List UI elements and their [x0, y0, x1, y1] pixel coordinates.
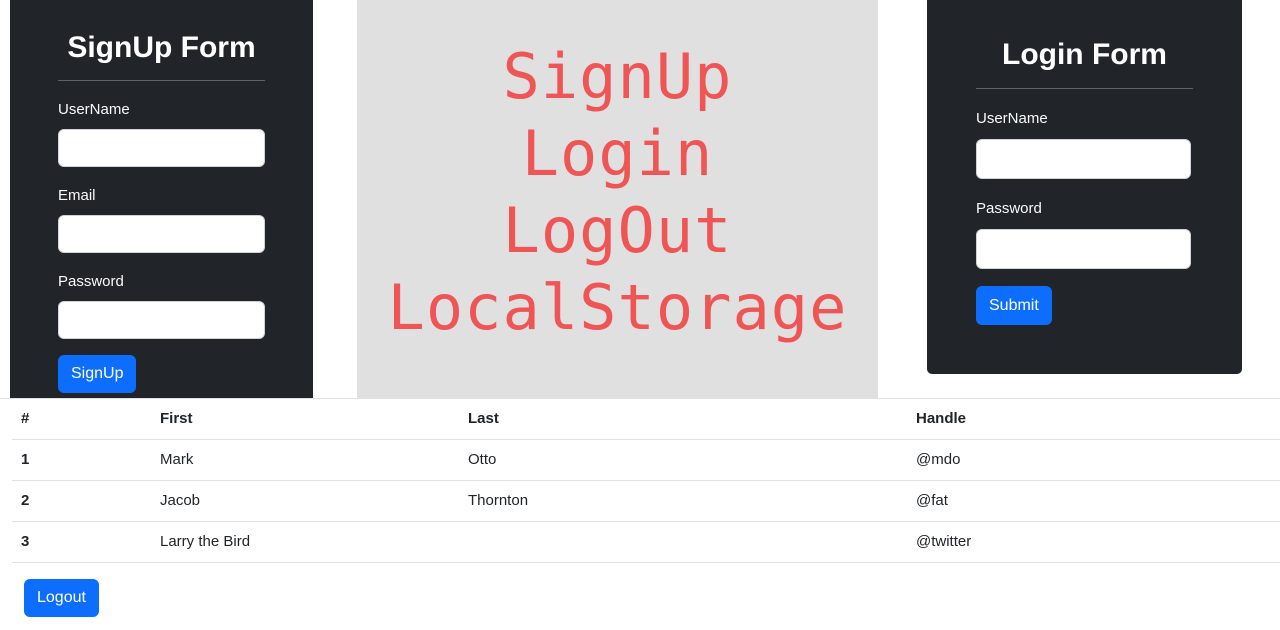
login-form-title: Login Form — [1002, 38, 1167, 71]
column-header-first: First — [151, 398, 459, 440]
hero-line-signup: SignUp — [502, 40, 733, 113]
row-last — [459, 521, 907, 563]
table-row: 2 Jacob Thornton @fat — [12, 480, 1280, 522]
signup-form-title: SignUp Form — [67, 31, 256, 64]
hero-line-login: Login — [521, 117, 714, 190]
row-number: 2 — [12, 480, 151, 522]
row-handle: @twitter — [907, 521, 1280, 563]
column-header-number: # — [12, 398, 151, 440]
row-handle: @fat — [907, 480, 1280, 522]
column-header-handle: Handle — [907, 398, 1280, 440]
signup-password-input[interactable] — [58, 301, 265, 339]
signup-email-label: Email — [58, 187, 96, 204]
users-table: # First Last Handle 1 Mark Otto @mdo 2 J… — [12, 398, 1280, 563]
table-row: 3 Larry the Bird @twitter — [12, 521, 1280, 563]
row-first: Larry the Bird — [151, 521, 459, 563]
hero-line-logout: LogOut — [502, 194, 733, 267]
login-password-label: Password — [976, 200, 1042, 217]
signup-username-label: UserName — [58, 101, 130, 118]
table-row: 1 Mark Otto @mdo — [12, 439, 1280, 481]
hero-banner: SignUp Login LogOut LocalStorage — [357, 0, 878, 398]
signup-password-label: Password — [58, 273, 124, 290]
signup-form: SignUp Form UserName Email Password Sign… — [10, 0, 313, 398]
signup-divider — [58, 80, 265, 81]
column-header-last: Last — [459, 398, 907, 440]
row-first: Jacob — [151, 480, 459, 522]
row-number: 3 — [12, 521, 151, 563]
row-first: Mark — [151, 439, 459, 481]
row-handle: @mdo — [907, 439, 1280, 481]
row-last: Thornton — [459, 480, 907, 522]
login-username-input[interactable] — [976, 139, 1191, 179]
logout-container: Logout — [24, 579, 99, 617]
login-form: Login Form UserName Password Submit — [927, 0, 1242, 374]
login-password-input[interactable] — [976, 229, 1191, 269]
signup-button[interactable]: SignUp — [58, 355, 137, 393]
login-username-label: UserName — [976, 110, 1048, 127]
table-header-row: # First Last Handle — [12, 398, 1280, 440]
login-submit-button[interactable]: Submit — [976, 286, 1052, 325]
login-divider — [976, 88, 1193, 89]
row-number: 1 — [12, 439, 151, 481]
signup-username-input[interactable] — [58, 129, 265, 167]
logout-button[interactable]: Logout — [24, 579, 99, 617]
signup-email-input[interactable] — [58, 215, 265, 253]
hero-line-localstorage: LocalStorage — [387, 271, 848, 344]
row-last: Otto — [459, 439, 907, 481]
